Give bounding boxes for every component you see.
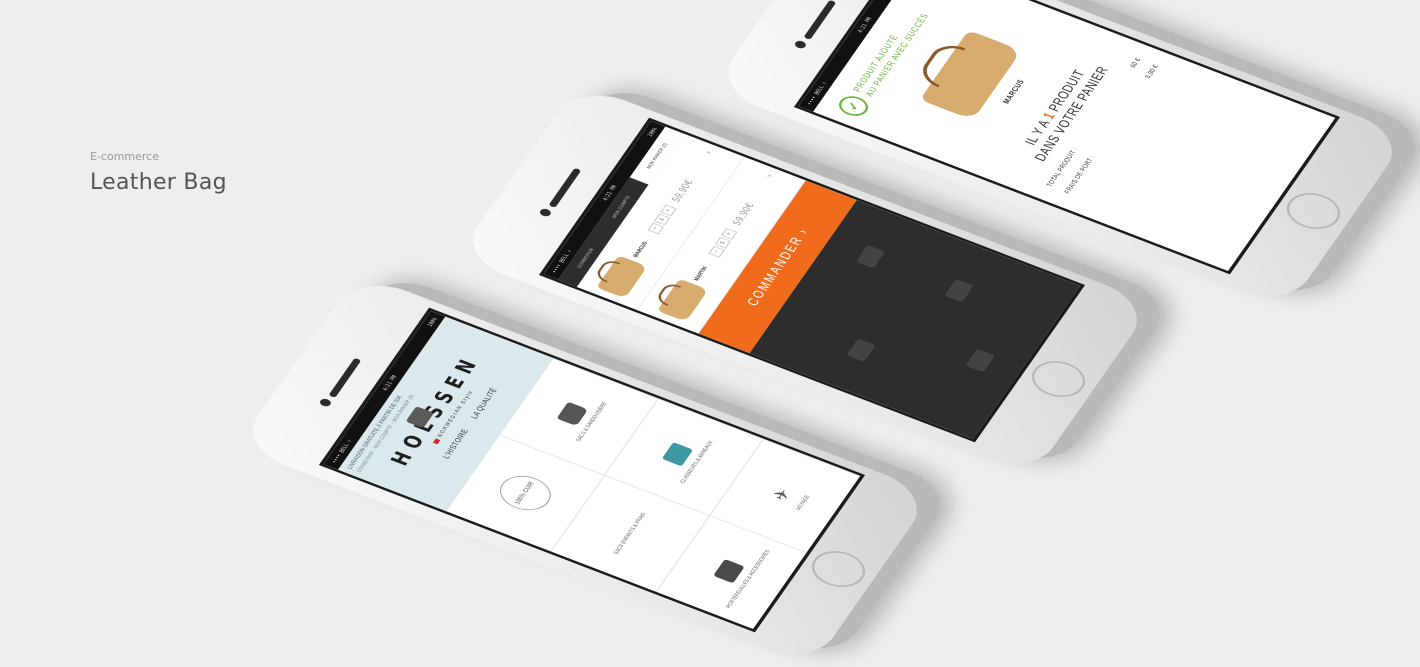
briefcase-icon — [846, 338, 876, 362]
plane-icon: ✈ — [770, 486, 796, 504]
project-title: Leather Bag — [90, 170, 227, 195]
speaker-slot — [803, 0, 837, 40]
quantity-stepper[interactable]: − 1 + — [708, 228, 738, 258]
product-image — [657, 278, 709, 322]
checkmark-icon: ✓ — [834, 92, 873, 120]
speaker-slot — [548, 167, 582, 208]
remove-icon[interactable]: ✕ — [704, 149, 714, 156]
remove-icon[interactable]: ✕ — [765, 173, 775, 179]
plane-icon — [965, 348, 995, 373]
home-button[interactable] — [1278, 186, 1349, 236]
home-button[interactable] — [1023, 354, 1094, 404]
item-price: 59,90€ — [669, 177, 696, 204]
home-button[interactable] — [803, 544, 874, 594]
wallet-icon — [944, 278, 974, 303]
camera-icon — [793, 39, 808, 50]
link-histoire[interactable]: L'HISTOIRE — [443, 428, 471, 460]
quantity-stepper[interactable]: − 1 + — [647, 204, 677, 235]
camera-icon — [538, 207, 553, 218]
product-name: MARCUS — [632, 240, 650, 259]
project-caption: E-commerce Leather Bag — [90, 150, 227, 195]
product-name: MARTIN — [693, 265, 710, 282]
norway-flag-icon — [432, 437, 441, 444]
category-label: E-commerce — [90, 150, 159, 163]
camera-icon — [855, 244, 886, 269]
item-price: 59,90€ — [730, 201, 757, 227]
product-image — [596, 255, 648, 299]
camera-icon — [318, 397, 333, 408]
wallet-icon — [712, 559, 745, 584]
bag-icon — [556, 402, 588, 427]
binder-icon — [661, 442, 694, 467]
speaker-slot — [328, 357, 362, 398]
